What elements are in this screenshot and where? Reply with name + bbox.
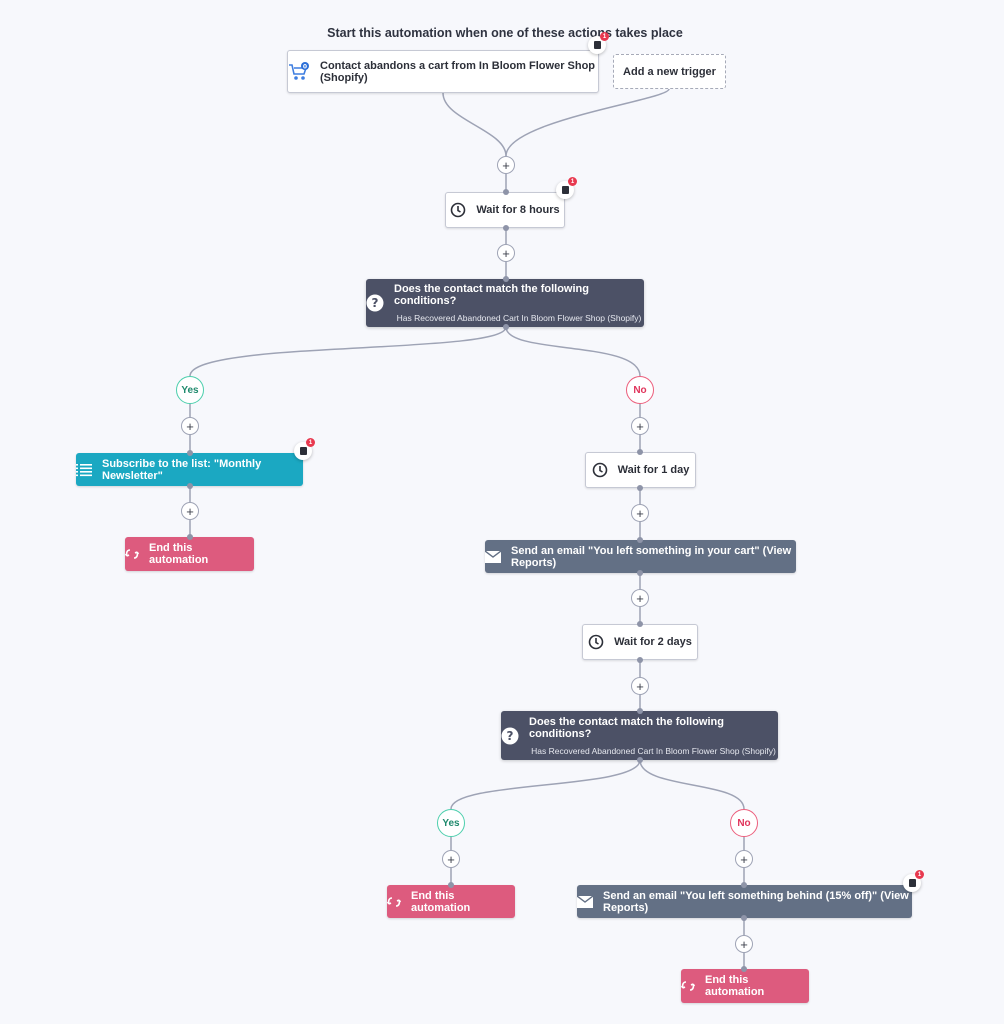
connector-dot: [637, 570, 643, 576]
add-step-button[interactable]: +: [631, 589, 649, 607]
email-label: Send an email "You left something behind…: [603, 889, 909, 914]
list-icon: [76, 463, 92, 477]
workflow-connectors: [189, 88, 745, 969]
subscribe-list-step[interactable]: Subscribe to the list: "Monthly Newslett…: [76, 453, 303, 486]
svg-text:?: ?: [507, 729, 514, 743]
page-title: Start this automation when one of these …: [327, 26, 683, 40]
condition-step[interactable]: ? Does the contact match the following c…: [366, 279, 644, 327]
clock-icon: [450, 202, 466, 218]
notes-badge[interactable]: 1: [903, 870, 924, 892]
connector: [505, 88, 670, 157]
add-step-button[interactable]: +: [631, 417, 649, 435]
add-step-button[interactable]: +: [631, 504, 649, 522]
yes-branch[interactable]: Yes: [437, 809, 465, 837]
connector: [639, 759, 745, 810]
notes-count: 1: [915, 870, 924, 879]
add-step-button[interactable]: +: [735, 850, 753, 868]
question-icon: ?: [366, 294, 384, 312]
note-icon: [561, 186, 569, 194]
end-loop-icon: [125, 548, 139, 560]
condition-title: Does the contact match the following con…: [529, 715, 724, 740]
end-label: End this automation: [705, 974, 765, 998]
connector-dot: [637, 757, 643, 763]
end-label: End this automation: [149, 542, 209, 566]
connector-dot: [637, 485, 643, 491]
condition-step[interactable]: ? Does the contact match the following c…: [501, 711, 778, 760]
shopping-cart-icon: 0: [288, 61, 310, 82]
notes-count: 1: [568, 177, 577, 186]
connector-dot: [637, 621, 643, 627]
connector: [450, 759, 641, 810]
wait-label: Wait for 8 hours: [476, 204, 560, 216]
connector: [505, 326, 641, 377]
note-icon: [299, 447, 307, 455]
send-email-step[interactable]: Send an email "You left something in you…: [485, 540, 796, 573]
connector-dot: [741, 966, 747, 972]
send-email-step[interactable]: Send an email "You left something behind…: [577, 885, 912, 918]
connector-dot: [187, 483, 193, 489]
trigger-label: Contact abandons a cart from In Bloom Fl…: [320, 59, 596, 84]
connector-dot: [503, 225, 509, 231]
end-automation-step[interactable]: End this automation: [681, 969, 809, 1003]
add-trigger-label: Add a new trigger: [623, 65, 716, 78]
yes-branch[interactable]: Yes: [176, 376, 204, 404]
connector-dot: [637, 708, 643, 714]
end-loop-icon: [387, 896, 401, 908]
add-step-button[interactable]: +: [497, 244, 515, 262]
end-automation-step[interactable]: End this automation: [125, 537, 254, 571]
add-step-button[interactable]: +: [497, 156, 515, 174]
connector-dot: [637, 537, 643, 543]
end-automation-step[interactable]: End this automation: [387, 885, 515, 918]
add-step-button[interactable]: +: [442, 850, 460, 868]
notes-badge[interactable]: 1: [556, 177, 577, 199]
connector-dot: [448, 882, 454, 888]
add-step-button[interactable]: +: [735, 935, 753, 953]
note-icon: [593, 41, 601, 49]
add-step-button[interactable]: +: [181, 502, 199, 520]
email-label: Send an email "You left something in you…: [511, 544, 792, 569]
notes-count: 1: [600, 32, 609, 41]
trigger-card[interactable]: 0 Contact abandons a cart from In Bloom …: [287, 50, 599, 93]
connector: [442, 92, 507, 157]
wait-step[interactable]: Wait for 1 day: [585, 452, 696, 488]
question-icon: ?: [501, 727, 519, 745]
connector: [189, 326, 507, 377]
wait-step[interactable]: Wait for 2 days: [582, 624, 698, 660]
condition-subtitle: Has Recovered Abandoned Cart In Bloom Fl…: [531, 745, 776, 756]
notes-badge[interactable]: 1: [294, 438, 315, 460]
add-trigger-button[interactable]: Add a new trigger: [613, 54, 726, 89]
wait-label: Wait for 2 days: [614, 636, 692, 648]
end-loop-icon: [681, 980, 695, 992]
note-icon: [908, 879, 916, 887]
add-step-button[interactable]: +: [181, 417, 199, 435]
wait-step[interactable]: Wait for 8 hours: [445, 192, 565, 228]
connector-dot: [503, 324, 509, 330]
no-branch[interactable]: No: [626, 376, 654, 404]
connector-dot: [741, 882, 747, 888]
clock-icon: [588, 634, 604, 650]
notes-count: 1: [306, 438, 315, 447]
svg-text:0: 0: [303, 63, 307, 70]
add-step-button[interactable]: +: [631, 677, 649, 695]
condition-title: Does the contact match the following con…: [394, 283, 589, 307]
connector-dot: [503, 189, 509, 195]
connector-dot: [503, 276, 509, 282]
connector-dot: [187, 534, 193, 540]
clock-icon: [592, 462, 608, 478]
svg-text:?: ?: [372, 296, 379, 310]
no-branch[interactable]: No: [730, 809, 758, 837]
connector-dot: [741, 915, 747, 921]
notes-badge[interactable]: 1: [588, 32, 609, 54]
connector-dot: [637, 657, 643, 663]
subscribe-label: Subscribe to the list: "Monthly Newslett…: [102, 457, 262, 482]
wait-label: Wait for 1 day: [617, 464, 690, 476]
connector-dot: [187, 450, 193, 456]
end-label: End this automation: [411, 889, 471, 914]
envelope-icon: [577, 895, 593, 908]
connector-dot: [637, 449, 643, 455]
condition-subtitle: Has Recovered Abandoned Cart In Bloom Fl…: [396, 313, 642, 323]
envelope-icon: [485, 550, 501, 563]
